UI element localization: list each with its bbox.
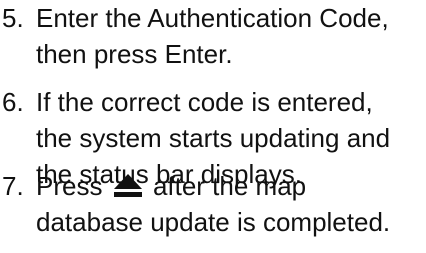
press-text: Press [36, 171, 103, 201]
step-number: 6. [2, 87, 24, 117]
after-icon-text: after the map [152, 171, 307, 201]
step-line: Enter the Authentication Code, [36, 3, 389, 33]
step-line: the system starts updating and [36, 123, 391, 153]
instruction-steps: 5. Enter the Authentication Code, then p… [0, 0, 426, 253]
eject-icon [113, 174, 142, 197]
step-line: then press Enter. [36, 39, 233, 69]
step-line: If the correct code is entered, [36, 87, 373, 117]
step-text: Enter the Authentication Code, then pres… [36, 0, 424, 72]
step-number: 5. [2, 3, 24, 33]
step-text: Press after the map database update is c… [36, 168, 424, 240]
step-line: database update is completed. [36, 207, 391, 237]
step-number: 7. [2, 171, 24, 201]
step-line: Press after the map [36, 168, 424, 204]
